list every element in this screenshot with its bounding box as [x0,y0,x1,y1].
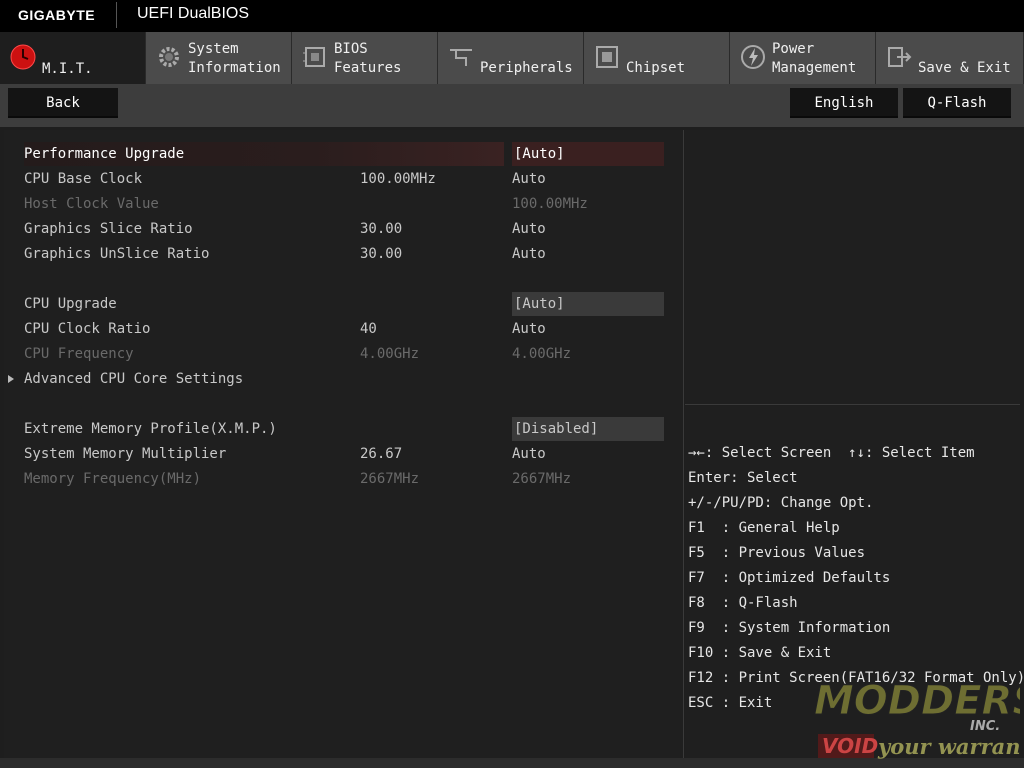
setting-option: 4.00GHz [512,346,572,362]
action-bar: Back English Q-Flash [0,84,1024,127]
setting-label: CPU Upgrade [24,296,117,312]
tab-chipset[interactable]: Chipset [584,32,730,84]
modders-inc-watermark: MODDERS INC. VOID your warranty [814,678,1021,760]
setting-current-value: 26.67 [360,446,403,462]
tab-chipset-label: Chipset [626,60,686,76]
setting-extreme-memory-profile[interactable]: Extreme Memory Profile(X.M.P.) [Disabled… [4,417,684,441]
tab-peripherals[interactable]: Peripherals [438,32,584,84]
setting-performance-upgrade[interactable]: Performance Upgrade [Auto] [4,142,684,166]
tab-system-information-line2: Information [188,60,281,76]
back-button[interactable]: Back [8,88,118,118]
setting-memory-frequency: Memory Frequency(MHz) 2667MHz 2667MHz [4,467,684,491]
setting-label: System Memory Multiplier [24,446,227,462]
tab-power-management-line2: Management [772,60,857,76]
title-bar: GIGABYTE UEFI DualBIOS [0,0,1024,32]
tab-peripherals-label: Peripherals [480,60,573,76]
setting-host-clock-value: Host Clock Value 100.00MHz [4,192,684,216]
setting-cpu-clock-ratio[interactable]: CPU Clock Ratio 40 Auto [4,317,684,341]
setting-graphics-unslice-ratio[interactable]: Graphics UnSlice Ratio 30.00 Auto [4,242,684,266]
bios-chip-icon [303,47,325,67]
help-line-f7: F7 : Optimized Defaults [688,570,891,586]
help-line-change-opt: +/-/PU/PD: Change Opt. [688,495,874,511]
watermark-line1: MODDERS [814,678,1020,724]
setting-current-value: 40 [360,321,377,337]
setting-label: CPU Frequency [24,346,134,362]
qflash-button[interactable]: Q-Flash [903,88,1011,118]
setting-current-value: 4.00GHz [360,346,420,362]
setting-option[interactable]: Auto [512,167,546,191]
setting-current-value: 30.00 [360,246,403,262]
submenu-arrow-icon [8,375,14,383]
setting-option: 2667MHz [512,471,572,487]
watermark-line2: INC. [970,719,1000,734]
help-line-f8: F8 : Q-Flash [688,595,798,611]
setting-cpu-base-clock[interactable]: CPU Base Clock 100.00MHz Auto [4,167,684,191]
header-divider [116,2,117,28]
tab-bios-features-line1: BIOS [334,41,368,57]
setting-system-memory-multiplier[interactable]: System Memory Multiplier 26.67 Auto [4,442,684,466]
gear-icon [159,47,179,67]
power-icon [741,45,765,69]
product-name: UEFI DualBIOS [137,5,250,22]
exit-icon [888,47,912,67]
tab-mit-label: M.I.T. [42,61,93,77]
setting-label: Host Clock Value [24,196,159,212]
setting-option[interactable]: [Disabled] [512,417,664,441]
setting-current-value: 30.00 [360,221,403,237]
tab-mit[interactable]: M.I.T. [0,32,146,84]
main-tab-bar: M.I.T. System Information BIOS Features … [0,32,1024,84]
brand-logo: GIGABYTE [18,7,96,23]
setting-label: Performance Upgrade [24,146,185,162]
help-line-enter: Enter: Select [688,470,798,486]
tab-bios-features-line2: Features [334,60,402,76]
setting-option: 100.00MHz [512,196,588,212]
tab-system-information-line1: System [188,41,239,57]
language-button[interactable]: English [790,88,898,118]
setting-label: Advanced CPU Core Settings [24,371,244,387]
setting-option[interactable]: Auto [512,242,546,266]
setting-label: Memory Frequency(MHz) [24,471,202,487]
setting-option[interactable]: [Auto] [512,292,664,316]
setting-label: CPU Clock Ratio [24,321,151,337]
setting-option[interactable]: [Auto] [512,142,664,166]
setting-label: CPU Base Clock [24,171,143,187]
tab-bios-features[interactable]: BIOS Features [292,32,438,84]
setting-cpu-upgrade[interactable]: CPU Upgrade [Auto] [4,292,684,316]
help-line-f10: F10 : Save & Exit [688,645,832,661]
tab-save-exit[interactable]: Save & Exit [876,32,1024,84]
setting-current-value: 100.00MHz [360,171,436,187]
help-line-navigation: →←: Select Screen ↑↓: Select Item [688,445,975,461]
tab-power-management-line1: Power [772,41,815,57]
help-line-esc: ESC : Exit [688,695,773,711]
setting-label: Graphics Slice Ratio [24,221,193,237]
help-line-f5: F5 : Previous Values [688,545,866,561]
setting-current-value: 2667MHz [360,471,420,487]
tab-save-exit-label: Save & Exit [918,60,1011,76]
setting-label: Extreme Memory Profile(X.M.P.) [24,421,277,437]
peripherals-icon [450,49,472,66]
help-line-f9: F9 : System Information [688,620,891,636]
tab-system-information[interactable]: System Information [146,32,292,84]
watermark-line3: VOID [822,734,878,758]
setting-option[interactable]: Auto [512,317,546,341]
setting-label: Graphics UnSlice Ratio [24,246,210,262]
watermark-line4: your warranty [877,734,1020,759]
help-line-f1: F1 : General Help [688,520,840,536]
setting-graphics-slice-ratio[interactable]: Graphics Slice Ratio 30.00 Auto [4,217,684,241]
settings-panel: Performance Upgrade [Auto] CPU Base Cloc… [4,130,684,758]
setting-option[interactable]: Auto [512,217,546,241]
chipset-icon [596,46,618,68]
mit-icon [10,44,36,70]
setting-option[interactable]: Auto [512,442,546,466]
tab-power-management[interactable]: Power Management [730,32,876,84]
submenu-advanced-cpu-core-settings[interactable]: Advanced CPU Core Settings [4,367,684,391]
setting-cpu-frequency: CPU Frequency 4.00GHz 4.00GHz [4,342,684,366]
item-help-panel [685,130,1020,405]
